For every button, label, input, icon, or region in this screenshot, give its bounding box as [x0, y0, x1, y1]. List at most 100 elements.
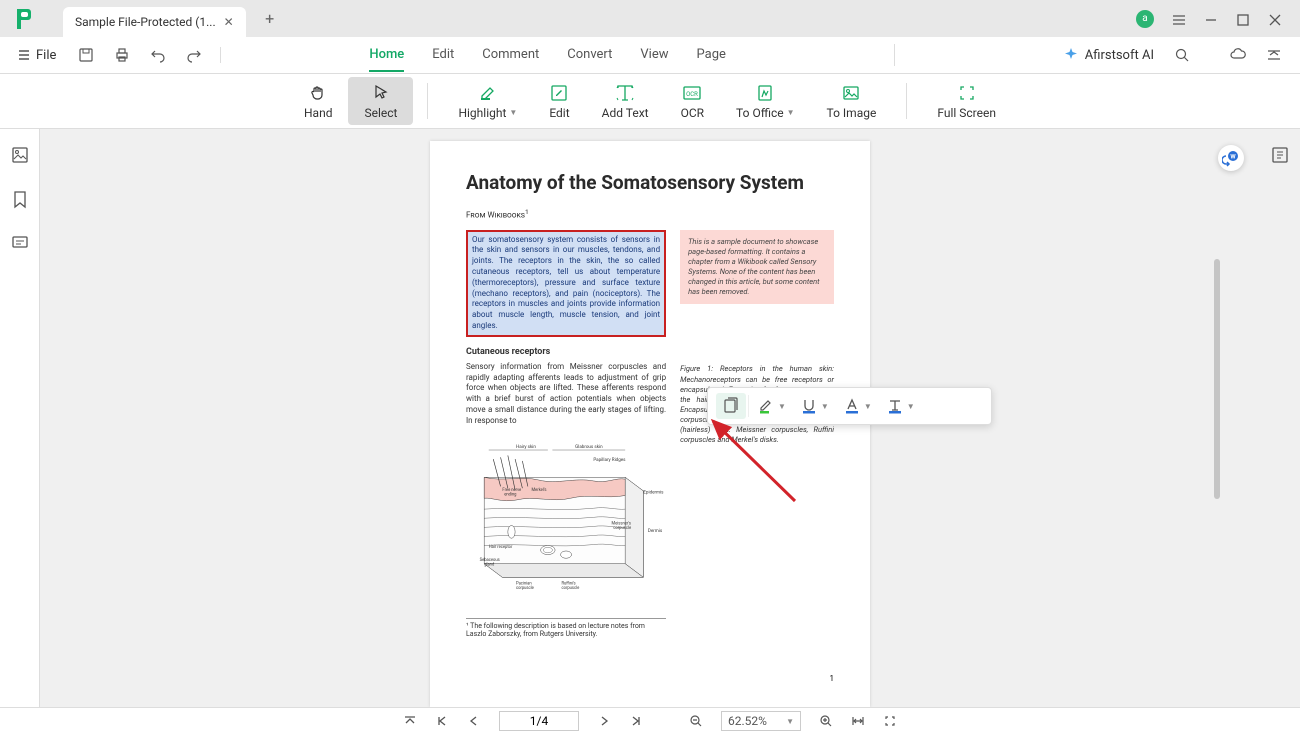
to-office-tool[interactable]: To Office ▼	[720, 77, 810, 125]
page-input[interactable]	[499, 711, 579, 731]
highlight-button[interactable]: ▼	[751, 393, 792, 419]
quick-access-toolbar	[78, 47, 221, 63]
user-avatar[interactable]: a	[1136, 10, 1154, 28]
ocr-tool[interactable]: OCR OCR	[665, 77, 720, 125]
search-icon[interactable]	[1174, 47, 1190, 63]
first-page-icon[interactable]	[435, 714, 449, 728]
tab-home[interactable]: Home	[369, 39, 404, 72]
to-office-label: To Office	[736, 106, 784, 120]
left-sidebar	[0, 129, 40, 707]
app-logo	[10, 5, 38, 33]
svg-text:Merkel's: Merkel's	[531, 487, 546, 492]
menu-tabs: Home Edit Comment Convert View Page	[369, 39, 726, 72]
save-icon[interactable]	[78, 47, 94, 63]
subheading: Cutaneous receptors	[466, 347, 666, 357]
body-paragraph: Sensory information from Meissner corpus…	[466, 362, 666, 427]
convert-to-word-badge[interactable]: W	[1218, 145, 1244, 171]
tab-convert[interactable]: Convert	[567, 39, 612, 72]
titlebar: Sample File-Protected (1... ✕ + a	[0, 0, 1300, 37]
prev-page-icon[interactable]	[467, 714, 481, 728]
fig-label-glabrous: Glabrous skin	[575, 444, 603, 450]
tab-edit[interactable]: Edit	[432, 39, 454, 72]
hamburger-icon[interactable]	[1172, 12, 1186, 26]
close-tab-icon[interactable]: ✕	[224, 15, 234, 29]
select-tool[interactable]: Select	[348, 77, 413, 125]
footnote: ¹ The following description is based on …	[466, 618, 666, 638]
selected-text[interactable]: Our somatosensory system consists of sen…	[466, 230, 666, 337]
side-note: This is a sample document to showcase pa…	[680, 230, 834, 305]
zoom-input[interactable]: 62.52%▼	[721, 711, 801, 731]
highlighter-icon	[757, 397, 775, 415]
to-image-label: To Image	[827, 106, 877, 120]
document-tab[interactable]: Sample File-Protected (1... ✕	[63, 7, 246, 37]
ai-label: Afirstsoft AI	[1085, 48, 1154, 63]
scrollbar[interactable]	[1214, 259, 1220, 499]
print-icon[interactable]	[114, 47, 130, 63]
menubar: File Home Edit Comment Convert View Page…	[0, 37, 1300, 74]
strikeout-button[interactable]: ▼	[880, 393, 921, 419]
font-color-icon	[843, 397, 861, 415]
zoom-out-icon[interactable]	[689, 714, 703, 728]
ocr-label: OCR	[681, 106, 704, 120]
underline-button[interactable]: ▼	[794, 393, 835, 419]
properties-icon[interactable]	[1270, 145, 1290, 165]
minimize-icon[interactable]	[1204, 12, 1218, 26]
last-page-icon[interactable]	[629, 714, 643, 728]
tab-title: Sample File-Protected (1...	[75, 15, 216, 29]
comments-icon[interactable]	[10, 233, 30, 253]
figure-skin-diagram: Hairy skin Glabrous skin Papillary Ridge…	[466, 433, 666, 608]
highlight-tool[interactable]: Highlight ▼	[442, 77, 533, 125]
bookmarks-icon[interactable]	[10, 189, 30, 209]
full-screen-tool[interactable]: Full Screen	[921, 77, 1012, 125]
file-menu-label: File	[36, 48, 56, 63]
svg-text:corpuscle: corpuscle	[516, 585, 535, 590]
svg-text:ending: ending	[504, 491, 517, 496]
hand-tool[interactable]: Hand	[288, 77, 348, 125]
next-page-icon[interactable]	[597, 714, 611, 728]
annotation-popup: ▼ ▼ ▼ ▼	[707, 387, 992, 425]
full-screen-label: Full Screen	[937, 106, 996, 120]
redo-icon[interactable]	[186, 47, 202, 63]
main-area: Anatomy of the Somatosensory System From…	[0, 129, 1300, 707]
svg-text:Hair receptor: Hair receptor	[489, 544, 513, 549]
collapse-ribbon-icon[interactable]	[1266, 47, 1282, 63]
svg-text:OCR: OCR	[686, 91, 698, 98]
close-window-icon[interactable]	[1268, 12, 1282, 26]
doc-source: From Wikibooks1	[466, 208, 834, 220]
thumbnails-icon[interactable]	[10, 145, 30, 165]
page-number: 1	[830, 674, 835, 683]
copy-button[interactable]	[716, 393, 746, 419]
hand-label: Hand	[304, 106, 332, 120]
doc-title: Anatomy of the Somatosensory System	[466, 171, 834, 194]
tab-comment[interactable]: Comment	[482, 39, 539, 72]
right-menu: Afirstsoft AI	[1063, 47, 1282, 63]
tab-page[interactable]: Page	[697, 39, 726, 72]
tab-bar: Sample File-Protected (1... ✕ +	[63, 0, 282, 37]
font-color-button[interactable]: ▼	[837, 393, 878, 419]
to-image-tool[interactable]: To Image	[811, 77, 893, 125]
tab-view[interactable]: View	[640, 39, 668, 72]
zoom-value: 62.52%	[728, 714, 767, 728]
new-tab-button[interactable]: +	[258, 7, 282, 31]
cloud-icon[interactable]	[1230, 47, 1246, 63]
add-text-tool[interactable]: Add Text	[586, 77, 665, 125]
fit-page-icon[interactable]	[883, 714, 897, 728]
scroll-top-icon[interactable]	[403, 714, 417, 728]
ai-button[interactable]: Afirstsoft AI	[1063, 47, 1154, 63]
select-label: Select	[364, 106, 397, 120]
underline-icon	[800, 397, 818, 415]
toolbar: Hand Select Highlight ▼ Edit Add Text OC…	[0, 74, 1300, 129]
svg-text:W: W	[1230, 154, 1236, 161]
highlight-label: Highlight	[458, 106, 506, 120]
document-canvas[interactable]: Anatomy of the Somatosensory System From…	[40, 129, 1260, 707]
fig-label-epidermis: Epidermis	[643, 489, 664, 495]
edit-tool[interactable]: Edit	[533, 77, 585, 125]
svg-text:gland: gland	[484, 561, 495, 566]
undo-icon[interactable]	[150, 47, 166, 63]
edit-label: Edit	[549, 106, 569, 120]
fig-label-hairy: Hairy skin	[516, 444, 536, 450]
file-menu[interactable]: File	[18, 48, 56, 63]
maximize-icon[interactable]	[1236, 12, 1250, 26]
fit-width-icon[interactable]	[851, 714, 865, 728]
zoom-in-icon[interactable]	[819, 714, 833, 728]
